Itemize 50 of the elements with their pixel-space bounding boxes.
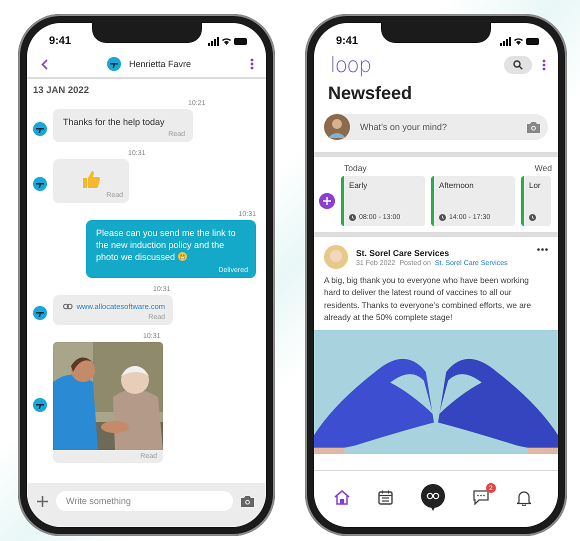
status-time: 9:41: [49, 35, 72, 47]
shift-name: Afternoon: [439, 181, 475, 190]
camera-icon[interactable]: [241, 496, 254, 506]
add-icon[interactable]: [37, 496, 48, 506]
signal-wifi-battery-icon: [208, 36, 248, 46]
bell-icon: [516, 490, 531, 506]
message-text: Please can you send me the link to the new induction policy and the photo we discussed: [96, 227, 237, 264]
message-input[interactable]: Write something: [56, 491, 233, 511]
avatar-icon: [33, 398, 47, 412]
thumbs-up-icon: [81, 169, 101, 190]
back-icon[interactable]: [41, 58, 48, 70]
post-field[interactable]: What’s on your mind?: [324, 114, 548, 140]
more-icon[interactable]: [250, 58, 254, 70]
avatar-icon: [33, 177, 47, 192]
more-icon[interactable]: [537, 248, 548, 251]
add-shift-button[interactable]: [319, 193, 335, 209]
search-icon: [513, 60, 523, 70]
home-icon: [334, 490, 350, 505]
post-input[interactable]: What’s on your mind?: [350, 122, 527, 132]
post-text: A big, big thank you to everyone who have been working hard to deliver the latest round of vaccines to all our residents. Thanks to everyone’s combined efforts, we are already at the 50% complete stage!: [324, 275, 532, 324]
shift-name: Lor: [529, 181, 542, 190]
calendar-icon: [378, 490, 394, 505]
chat-icon: [472, 490, 489, 505]
search-button[interactable]: [504, 56, 532, 74]
avatar-icon: [33, 122, 47, 136]
shift-name: Early: [349, 181, 368, 190]
clock-icon: [439, 214, 446, 221]
camera-icon[interactable]: [527, 122, 540, 132]
avatar-icon: [324, 114, 350, 140]
contact-name: Henrietta Favre: [128, 59, 192, 69]
more-icon[interactable]: [542, 59, 546, 71]
plus-icon: [323, 197, 331, 205]
day-label: Today: [344, 163, 367, 173]
date-heading: 13 JAN 2022: [33, 85, 89, 96]
avatar-icon: [106, 57, 121, 71]
day-label: Wed: [534, 163, 552, 173]
page-title: Newsfeed: [328, 83, 414, 104]
clock-icon: [529, 214, 536, 221]
post-author: St. Sorel Care Services: [356, 248, 450, 258]
status-time: 9:41: [336, 35, 358, 47]
link-icon: [63, 302, 73, 310]
grimace-emoji-icon: [178, 252, 188, 262]
speech-bubble-icon: [420, 484, 445, 511]
avatar-icon: [33, 306, 47, 320]
avatar-icon: [324, 245, 348, 269]
app-logo: loop: [330, 53, 371, 77]
shift-card[interactable]: Lor: [521, 176, 551, 226]
message-text: Thanks for the help today: [63, 116, 166, 128]
clock-icon: [349, 214, 356, 221]
signal-wifi-battery-icon: [500, 36, 540, 46]
